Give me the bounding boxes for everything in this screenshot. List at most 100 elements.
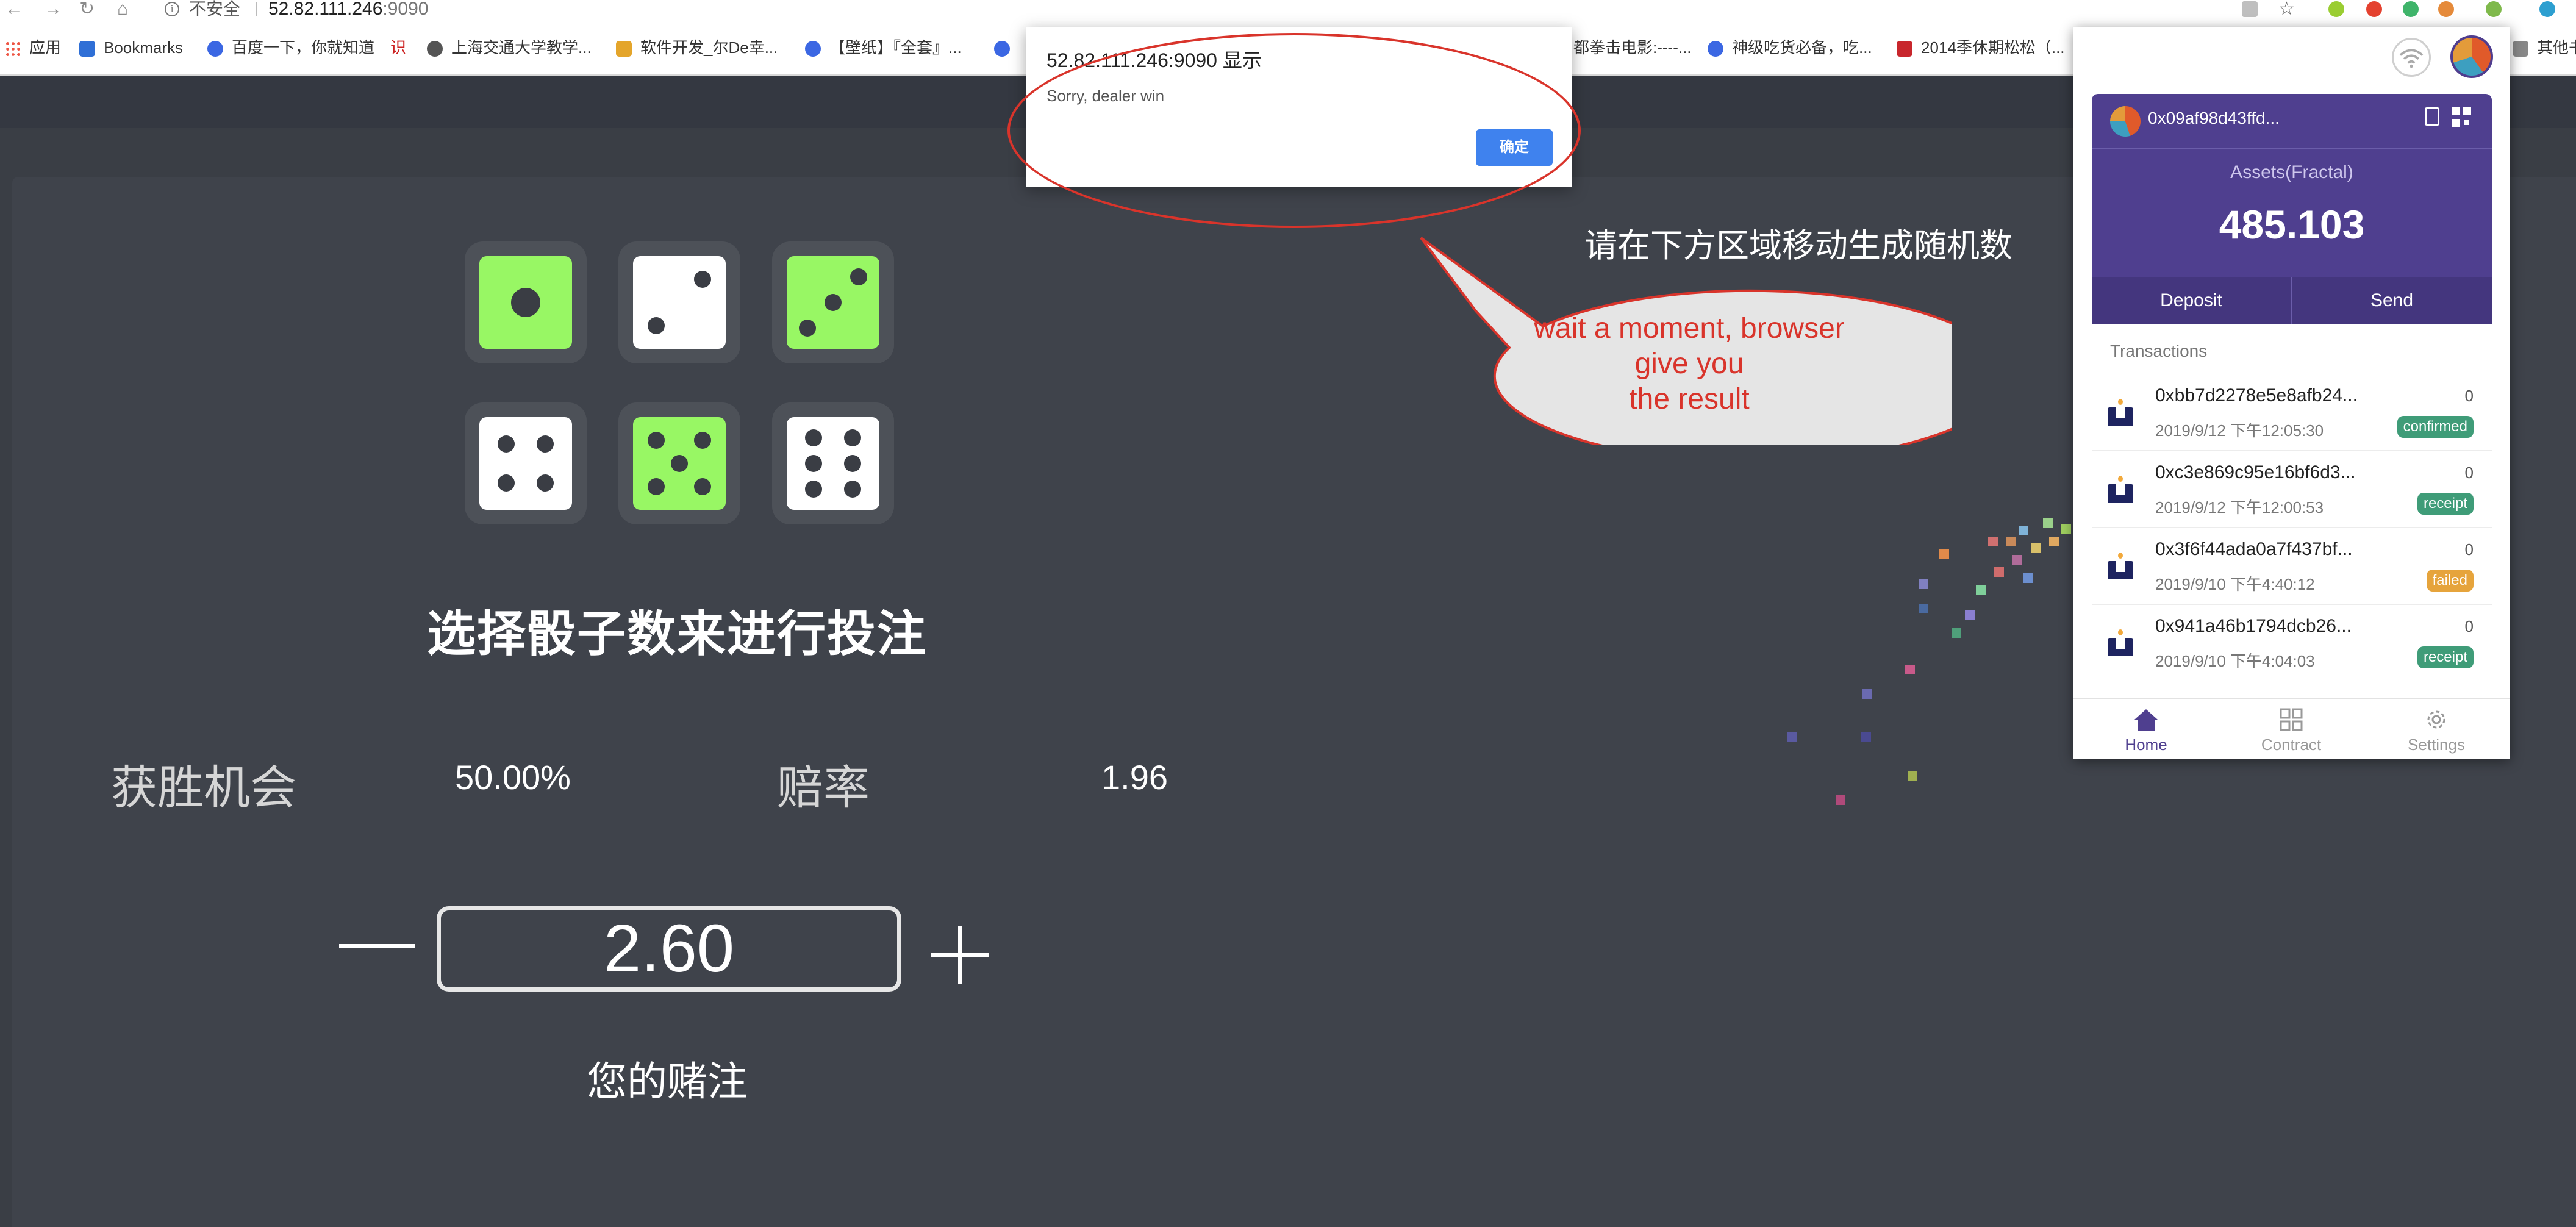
bookmark-2014[interactable]: 2014季休期松松（...: [1897, 35, 2065, 60]
deposit-button[interactable]: Deposit: [2092, 277, 2292, 324]
bookmark-icon: [616, 41, 632, 57]
bet-heading: 选择骰子数来进行投注: [427, 607, 927, 661]
security-status: 不安全: [189, 0, 241, 18]
account-row: 0x09af98d43ffd...: [2092, 94, 2492, 149]
random-pixel: [1965, 610, 1975, 620]
transaction-amount: 0: [2464, 387, 2474, 405]
extension-red-icon[interactable]: [2366, 1, 2382, 17]
paw-icon: [805, 41, 821, 57]
status-badge: failed: [2426, 570, 2474, 592]
win-chance-label: 获胜机会: [111, 762, 296, 814]
transaction-hash: 0xc3e869c95e16bf6d3...: [2155, 462, 2356, 482]
tab-settings[interactable]: Settings: [2364, 699, 2509, 759]
translate-icon[interactable]: [2242, 1, 2258, 17]
star-bookmark-icon[interactable]: ☆: [2278, 0, 2295, 18]
bookmark-baidu[interactable]: 百度一下，你就知道: [207, 35, 374, 60]
transaction-amount: 0: [2464, 617, 2474, 635]
transaction-row[interactable]: 0x3f6f44ada0a7f437bf... 0 2019/9/10 下午4:…: [2092, 527, 2492, 605]
bookmark-shi[interactable]: 识: [390, 35, 406, 60]
bookmark-other[interactable]: 其他书: [2513, 35, 2576, 60]
random-pixel: [2012, 555, 2022, 565]
die-pip: [537, 474, 554, 492]
profile-avatar[interactable]: [2539, 1, 2555, 17]
wallet-extension-icon[interactable]: [2486, 1, 2502, 17]
bookmark-label: 应用: [29, 38, 62, 57]
bookmark-apps[interactable]: 应用: [5, 35, 61, 60]
extension-leaf-icon[interactable]: [2328, 1, 2344, 17]
status-badge: receipt: [2417, 493, 2474, 515]
random-pixel: [1976, 585, 1986, 595]
bookmark-foodie[interactable]: 神级吃货必备，吃...: [1708, 35, 1872, 60]
url-text[interactable]: 52.82.111.246:9090: [268, 0, 428, 18]
home-icon[interactable]: ⌂: [117, 0, 128, 18]
transactions-title: Transactions: [2110, 342, 2208, 360]
die-2[interactable]: [618, 241, 740, 363]
die-face: [787, 417, 879, 510]
url-port: :9090: [382, 0, 429, 19]
transaction-hash: 0xbb7d2278e5e8afb24...: [2155, 385, 2358, 406]
back-icon[interactable]: ←: [5, 0, 23, 18]
wallet-tabbar: Home Contract Settings: [2073, 698, 2510, 759]
account-avatar[interactable]: [2450, 35, 2493, 78]
die-pip: [805, 481, 822, 498]
die-pip: [694, 271, 711, 288]
bookmark-bookmarks[interactable]: Bookmarks: [79, 35, 183, 60]
transaction-row[interactable]: 0xbb7d2278e5e8afb24... 0 2019/9/12 下午12:…: [2092, 373, 2492, 451]
extension-orange-icon[interactable]: [2438, 1, 2454, 17]
die-face: [633, 417, 726, 510]
bookmark-softdev[interactable]: 软件开发_尔De幸...: [616, 35, 778, 60]
transaction-row[interactable]: 0x941a46b1794dcb26... 0 2019/9/10 下午4:04…: [2092, 604, 2492, 678]
stake-value: 2.60: [603, 911, 735, 986]
tab-home[interactable]: Home: [2073, 699, 2219, 759]
bookmark-label: 其他书: [2537, 38, 2576, 57]
reload-icon[interactable]: ↻: [79, 0, 95, 18]
bookmark-label: 软件开发_尔De幸...: [640, 38, 778, 57]
increase-stake-button[interactable]: [931, 926, 989, 984]
url-separator: [256, 2, 257, 16]
random-pixel: [1905, 665, 1915, 674]
transaction-hash: 0x3f6f44ada0a7f437bf...: [2155, 539, 2353, 559]
die-face: [479, 256, 572, 349]
random-pixel: [1862, 689, 1872, 699]
globe-icon: [427, 41, 443, 57]
die-pip: [694, 432, 711, 449]
transaction-row[interactable]: 0xc3e869c95e16bf6d3... 0 2019/9/12 下午12:…: [2092, 450, 2492, 528]
random-pixel: [1994, 567, 2004, 577]
annotation-line: give you: [1634, 348, 1744, 380]
die-6[interactable]: [772, 402, 894, 524]
gear-icon: [2427, 710, 2445, 729]
die-pip: [648, 432, 665, 449]
die-5[interactable]: [618, 402, 740, 524]
qr-code-icon[interactable]: [2452, 107, 2471, 127]
bookmark-boxing[interactable]: 都拳击电影:----...: [1573, 35, 1692, 60]
die-3[interactable]: [772, 241, 894, 363]
die-pip: [694, 478, 711, 495]
bookmark-wallpaper[interactable]: 【壁纸】『全套』...: [805, 35, 962, 60]
odds-value: 1.96: [1101, 758, 1168, 796]
bookmark-label: 百度一下，你就知道: [232, 38, 375, 57]
forward-icon[interactable]: →: [44, 0, 62, 18]
bookmark-baidu-2[interactable]: [994, 35, 1018, 60]
folder-icon: [2513, 41, 2528, 57]
decrease-stake-button[interactable]: [339, 944, 415, 948]
die-4[interactable]: [465, 402, 587, 524]
bookmark-label: 神级吃货必备，吃...: [1732, 38, 1872, 57]
extension-green-icon[interactable]: [2403, 1, 2419, 17]
die-1[interactable]: [465, 241, 587, 363]
info-icon[interactable]: i: [165, 2, 179, 16]
network-icon[interactable]: [2392, 38, 2431, 77]
tab-contract[interactable]: Contract: [2219, 699, 2364, 759]
die-pip: [850, 268, 867, 285]
bookmark-label: Bookmarks: [104, 38, 184, 57]
copy-icon[interactable]: [2425, 107, 2439, 126]
tab-label: Settings: [2408, 735, 2465, 754]
odds-label: 赔率: [777, 762, 870, 814]
annotation-line: wait a moment, browser: [1534, 312, 1845, 345]
stake-input[interactable]: 2.60: [437, 906, 901, 992]
random-pixel: [1939, 549, 1949, 559]
die-pip: [844, 429, 861, 446]
bookmark-sjtu[interactable]: 上海交通大学教学...: [427, 35, 592, 60]
send-button[interactable]: Send: [2292, 277, 2492, 324]
account-avatar-small: [2110, 106, 2141, 137]
die-pip: [805, 429, 822, 446]
